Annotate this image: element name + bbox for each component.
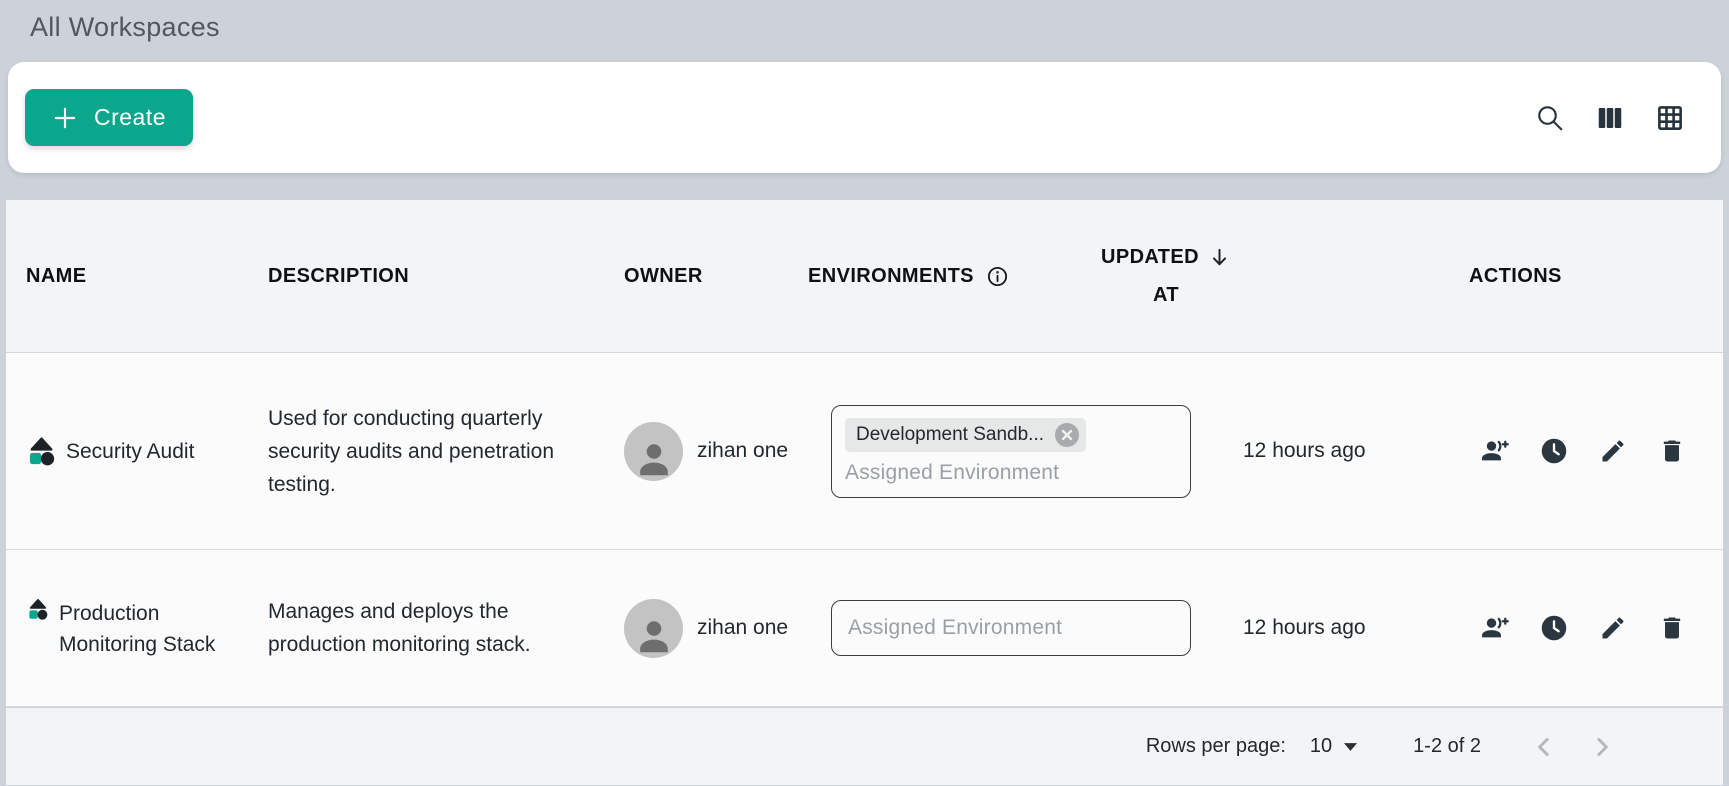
owner-name: zihan one	[697, 439, 788, 463]
environments-cell: Development Sandb... Assigned Environmen…	[796, 405, 1191, 498]
chevron-right-icon[interactable]	[1587, 732, 1617, 762]
create-button[interactable]: Create	[25, 89, 193, 146]
rows-per-page-label: Rows per page:	[1146, 735, 1286, 758]
workspace-name-cell: Production Monitoring Stack	[6, 597, 268, 660]
updated-at-value: 12 hours ago	[1191, 616, 1436, 640]
updated-at-label-line1: UPDATED	[1101, 238, 1199, 276]
chevron-left-icon[interactable]	[1529, 732, 1559, 762]
edit-pencil-icon[interactable]	[1599, 437, 1627, 465]
workspace-shapes-icon	[28, 598, 48, 620]
rows-per-page-value: 10	[1310, 735, 1332, 758]
environments-cell: Assigned Environment	[796, 600, 1191, 656]
assigned-environment-input[interactable]: Assigned Environment	[831, 600, 1191, 656]
create-button-label: Create	[94, 104, 166, 131]
environment-chip[interactable]: Development Sandb...	[845, 418, 1086, 452]
edit-pencil-icon[interactable]	[1599, 614, 1627, 642]
delete-trash-icon[interactable]	[1658, 437, 1686, 465]
column-header-owner: OWNER	[624, 265, 796, 288]
toolbar: Create	[8, 62, 1721, 173]
arrow-down-icon	[1208, 246, 1231, 269]
pagination-range: 1-2 of 2	[1413, 735, 1481, 758]
table-row: Security Audit Used for conducting quart…	[6, 353, 1723, 550]
environment-placeholder: Assigned Environment	[848, 616, 1174, 640]
view-columns-icon[interactable]	[1595, 103, 1625, 133]
updated-at-label-line2: AT	[1153, 276, 1179, 314]
owner-cell: zihan one	[624, 422, 796, 481]
chevron-down-icon	[1344, 743, 1357, 751]
page-title: All Workspaces	[30, 12, 220, 42]
pager-buttons	[1529, 732, 1617, 762]
plus-icon	[52, 105, 78, 131]
history-clock-icon[interactable]	[1540, 437, 1568, 465]
add-user-icon[interactable]	[1481, 614, 1509, 642]
updated-at-value: 12 hours ago	[1191, 439, 1436, 463]
toolbar-icons	[1535, 103, 1685, 133]
avatar	[624, 422, 683, 481]
workspace-shapes-icon	[28, 436, 55, 466]
rows-per-page-select[interactable]: 10	[1310, 735, 1357, 758]
column-header-environments-label: ENVIRONMENTS	[808, 265, 974, 288]
workspace-name: Production Monitoring Stack	[59, 597, 219, 660]
column-header-name: NAME	[6, 265, 268, 288]
search-icon[interactable]	[1535, 103, 1565, 133]
workspace-description: Used for conducting quarterly security a…	[268, 402, 624, 501]
owner-name: zihan one	[697, 616, 788, 640]
table-row: Production Monitoring Stack Manages and …	[6, 550, 1723, 707]
column-header-description: DESCRIPTION	[268, 265, 624, 288]
column-header-updated-at[interactable]: UPDATED AT	[1191, 238, 1436, 314]
environment-chip-label: Development Sandb...	[856, 424, 1044, 446]
workspaces-table: NAME DESCRIPTION OWNER ENVIRONMENTS UPDA…	[6, 200, 1723, 785]
actions-cell	[1436, 437, 1723, 465]
grid-icon[interactable]	[1655, 103, 1685, 133]
title-bar: All Workspaces	[0, 0, 1729, 62]
workspace-name-cell: Security Audit	[6, 435, 268, 467]
pagination-bar: Rows per page: 10 1-2 of 2	[6, 707, 1723, 785]
table-header-row: NAME DESCRIPTION OWNER ENVIRONMENTS UPDA…	[6, 200, 1723, 353]
history-clock-icon[interactable]	[1540, 614, 1568, 642]
actions-cell	[1436, 614, 1723, 642]
avatar	[624, 599, 683, 658]
column-header-actions: ACTIONS	[1436, 265, 1723, 288]
delete-trash-icon[interactable]	[1658, 614, 1686, 642]
workspace-name: Security Audit	[66, 435, 194, 467]
workspace-description: Manages and deploys the production monit…	[268, 595, 624, 661]
environment-placeholder: Assigned Environment	[845, 461, 1177, 485]
owner-cell: zihan one	[624, 599, 796, 658]
close-icon[interactable]	[1054, 422, 1080, 448]
assigned-environment-input[interactable]: Development Sandb... Assigned Environmen…	[831, 405, 1191, 498]
add-user-icon[interactable]	[1481, 437, 1509, 465]
info-icon[interactable]	[986, 265, 1009, 288]
